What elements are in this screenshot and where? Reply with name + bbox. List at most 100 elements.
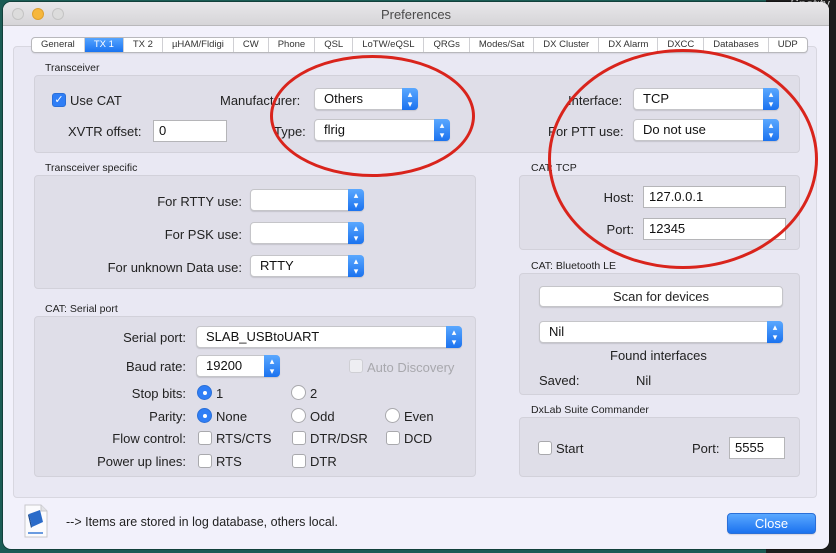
dxlab-port-input[interactable]: 5555 bbox=[729, 437, 785, 459]
bluetooth-device-value: Nil bbox=[549, 324, 565, 339]
baud-rate-select[interactable]: 19200 ▴ ▾ bbox=[196, 355, 280, 377]
tab-dx-cluster[interactable]: DX Cluster bbox=[534, 38, 600, 52]
tab-phone[interactable]: Phone bbox=[269, 38, 316, 52]
tab-modes-sat[interactable]: Modes/Sat bbox=[470, 38, 535, 52]
baud-rate-value: 19200 bbox=[206, 358, 243, 373]
baud-rate-label: Baud rate: bbox=[126, 359, 186, 374]
found-interfaces-label: Found interfaces bbox=[610, 348, 707, 363]
power-dtr-checkbox[interactable] bbox=[292, 454, 306, 468]
interface-select[interactable]: TCP ▴ ▾ bbox=[633, 88, 779, 110]
select-stepper-icon: ▴ ▾ bbox=[446, 326, 462, 348]
tab-dx-alarm[interactable]: DX Alarm bbox=[599, 38, 659, 52]
logbook-document-icon bbox=[24, 504, 48, 538]
xvtr-offset-input[interactable]: 0 bbox=[153, 120, 227, 142]
serial-port-select[interactable]: SLAB_USBtoUART ▴ ▾ bbox=[196, 326, 462, 348]
auto-discovery-checkbox[interactable] bbox=[349, 359, 363, 373]
type-select[interactable]: flrig ▴ ▾ bbox=[314, 119, 450, 141]
dxlab-group-label: DxLab Suite Commander bbox=[531, 404, 649, 416]
dxlab-port-label: Port: bbox=[692, 441, 720, 456]
use-cat-label: Use CAT bbox=[70, 93, 122, 108]
flow-rts-cts-checkbox[interactable] bbox=[198, 431, 212, 445]
rtty-select[interactable]: ▴ ▾ bbox=[250, 189, 364, 211]
tab-cw[interactable]: CW bbox=[234, 38, 269, 52]
bluetooth-device-select[interactable]: Nil ▴ ▾ bbox=[539, 321, 783, 343]
flow-rts-cts-label: RTS/CTS bbox=[216, 431, 272, 446]
tab-udp[interactable]: UDP bbox=[769, 38, 807, 52]
host-label: Host: bbox=[603, 190, 634, 205]
parity-label: Parity: bbox=[149, 409, 186, 424]
window-title: Preferences bbox=[380, 7, 452, 22]
stop-bits-2-label: 2 bbox=[310, 386, 318, 401]
parity-even-radio[interactable] bbox=[385, 408, 400, 423]
xvtr-offset-label: XVTR offset: bbox=[68, 124, 142, 139]
serial-port-label: Serial port: bbox=[123, 330, 186, 345]
tab-lotw-eqsl[interactable]: LoTW/eQSL bbox=[353, 38, 425, 52]
select-stepper-icon: ▴ ▾ bbox=[767, 321, 783, 343]
ptt-value: Do not use bbox=[643, 122, 706, 137]
dxlab-start-checkbox[interactable] bbox=[538, 441, 552, 455]
select-stepper-icon: ▴ ▾ bbox=[434, 119, 450, 141]
tab-uham-fldigi[interactable]: µHAM/Fldigi bbox=[163, 38, 234, 52]
rtty-label: For RTTY use: bbox=[157, 194, 242, 209]
host-input[interactable]: 127.0.0.1 bbox=[643, 186, 786, 208]
close-button[interactable]: Close bbox=[727, 513, 816, 534]
tab-databases[interactable]: Databases bbox=[704, 38, 769, 52]
manufacturer-label: Manufacturer: bbox=[220, 93, 301, 108]
auto-discovery-label: Auto Discovery bbox=[367, 360, 455, 375]
ptt-select[interactable]: Do not use ▴ ▾ bbox=[633, 119, 779, 141]
cat-tcp-group-label: CAT: TCP bbox=[531, 162, 577, 174]
psk-label: For PSK use: bbox=[164, 227, 242, 242]
scan-devices-button[interactable]: Scan for devices bbox=[539, 286, 783, 307]
type-label: Type: bbox=[274, 124, 306, 139]
tab-tx2[interactable]: TX 2 bbox=[124, 38, 163, 52]
ptt-label: For PTT use: bbox=[548, 124, 624, 139]
dxlab-start-label: Start bbox=[556, 441, 584, 456]
tcp-port-input[interactable]: 12345 bbox=[643, 218, 786, 240]
transceiver-group-label: Transceiver bbox=[45, 62, 100, 74]
select-stepper-icon: ▴ ▾ bbox=[763, 119, 779, 141]
tab-general[interactable]: General bbox=[32, 38, 85, 52]
manufacturer-value: Others bbox=[324, 91, 364, 106]
transceiver-group bbox=[34, 75, 800, 153]
flow-dcd-checkbox[interactable] bbox=[386, 431, 400, 445]
stop-bits-2-radio[interactable] bbox=[291, 385, 306, 400]
tab-bar: General TX 1 TX 2 µHAM/Fldigi CW Phone Q… bbox=[31, 37, 808, 53]
type-value: flrig bbox=[324, 122, 345, 137]
power-rts-checkbox[interactable] bbox=[198, 454, 212, 468]
power-up-lines-label: Power up lines: bbox=[97, 454, 186, 469]
parity-even-label: Even bbox=[404, 409, 434, 424]
tab-dxcc[interactable]: DXCC bbox=[658, 38, 705, 52]
stop-bits-1-label: 1 bbox=[216, 386, 224, 401]
flow-dtr-dsr-label: DTR/DSR bbox=[310, 431, 368, 446]
storage-note: --> Items are stored in log database, ot… bbox=[66, 515, 339, 529]
tab-qsl[interactable]: QSL bbox=[315, 38, 354, 52]
power-dtr-label: DTR bbox=[310, 454, 337, 469]
select-stepper-icon: ▴ ▾ bbox=[348, 189, 364, 211]
select-stepper-icon: ▴ ▾ bbox=[348, 255, 364, 277]
unknown-data-label: For unknown Data use: bbox=[107, 260, 242, 275]
select-stepper-icon: ▴ ▾ bbox=[402, 88, 418, 110]
tcp-port-label: Port: bbox=[606, 222, 634, 237]
power-rts-label: RTS bbox=[216, 454, 242, 469]
saved-label: Saved: bbox=[539, 373, 580, 388]
select-stepper-icon: ▴ ▾ bbox=[763, 88, 779, 110]
parity-none-radio[interactable] bbox=[197, 408, 212, 423]
flow-dtr-dsr-checkbox[interactable] bbox=[292, 431, 306, 445]
psk-select[interactable]: ▴ ▾ bbox=[250, 222, 364, 244]
stop-bits-1-radio[interactable] bbox=[197, 385, 212, 400]
tab-qrgs[interactable]: QRGs bbox=[424, 38, 470, 52]
interface-value: TCP bbox=[643, 91, 669, 106]
parity-odd-radio[interactable] bbox=[291, 408, 306, 423]
parity-odd-label: Odd bbox=[310, 409, 335, 424]
unknown-data-select[interactable]: RTTY ▴ ▾ bbox=[250, 255, 364, 277]
saved-value: Nil bbox=[636, 373, 652, 388]
transceiver-specific-group-label: Transceiver specific bbox=[45, 162, 138, 174]
unknown-data-value: RTTY bbox=[260, 258, 294, 273]
manufacturer-select[interactable]: Others ▴ ▾ bbox=[314, 88, 418, 110]
tab-tx1[interactable]: TX 1 bbox=[84, 38, 124, 52]
stop-bits-label: Stop bits: bbox=[131, 386, 186, 401]
title-bar: Preferences bbox=[3, 2, 829, 26]
serial-port-value: SLAB_USBtoUART bbox=[206, 329, 320, 344]
select-stepper-icon: ▴ ▾ bbox=[348, 222, 364, 244]
use-cat-checkbox[interactable]: ✓ bbox=[52, 93, 66, 107]
